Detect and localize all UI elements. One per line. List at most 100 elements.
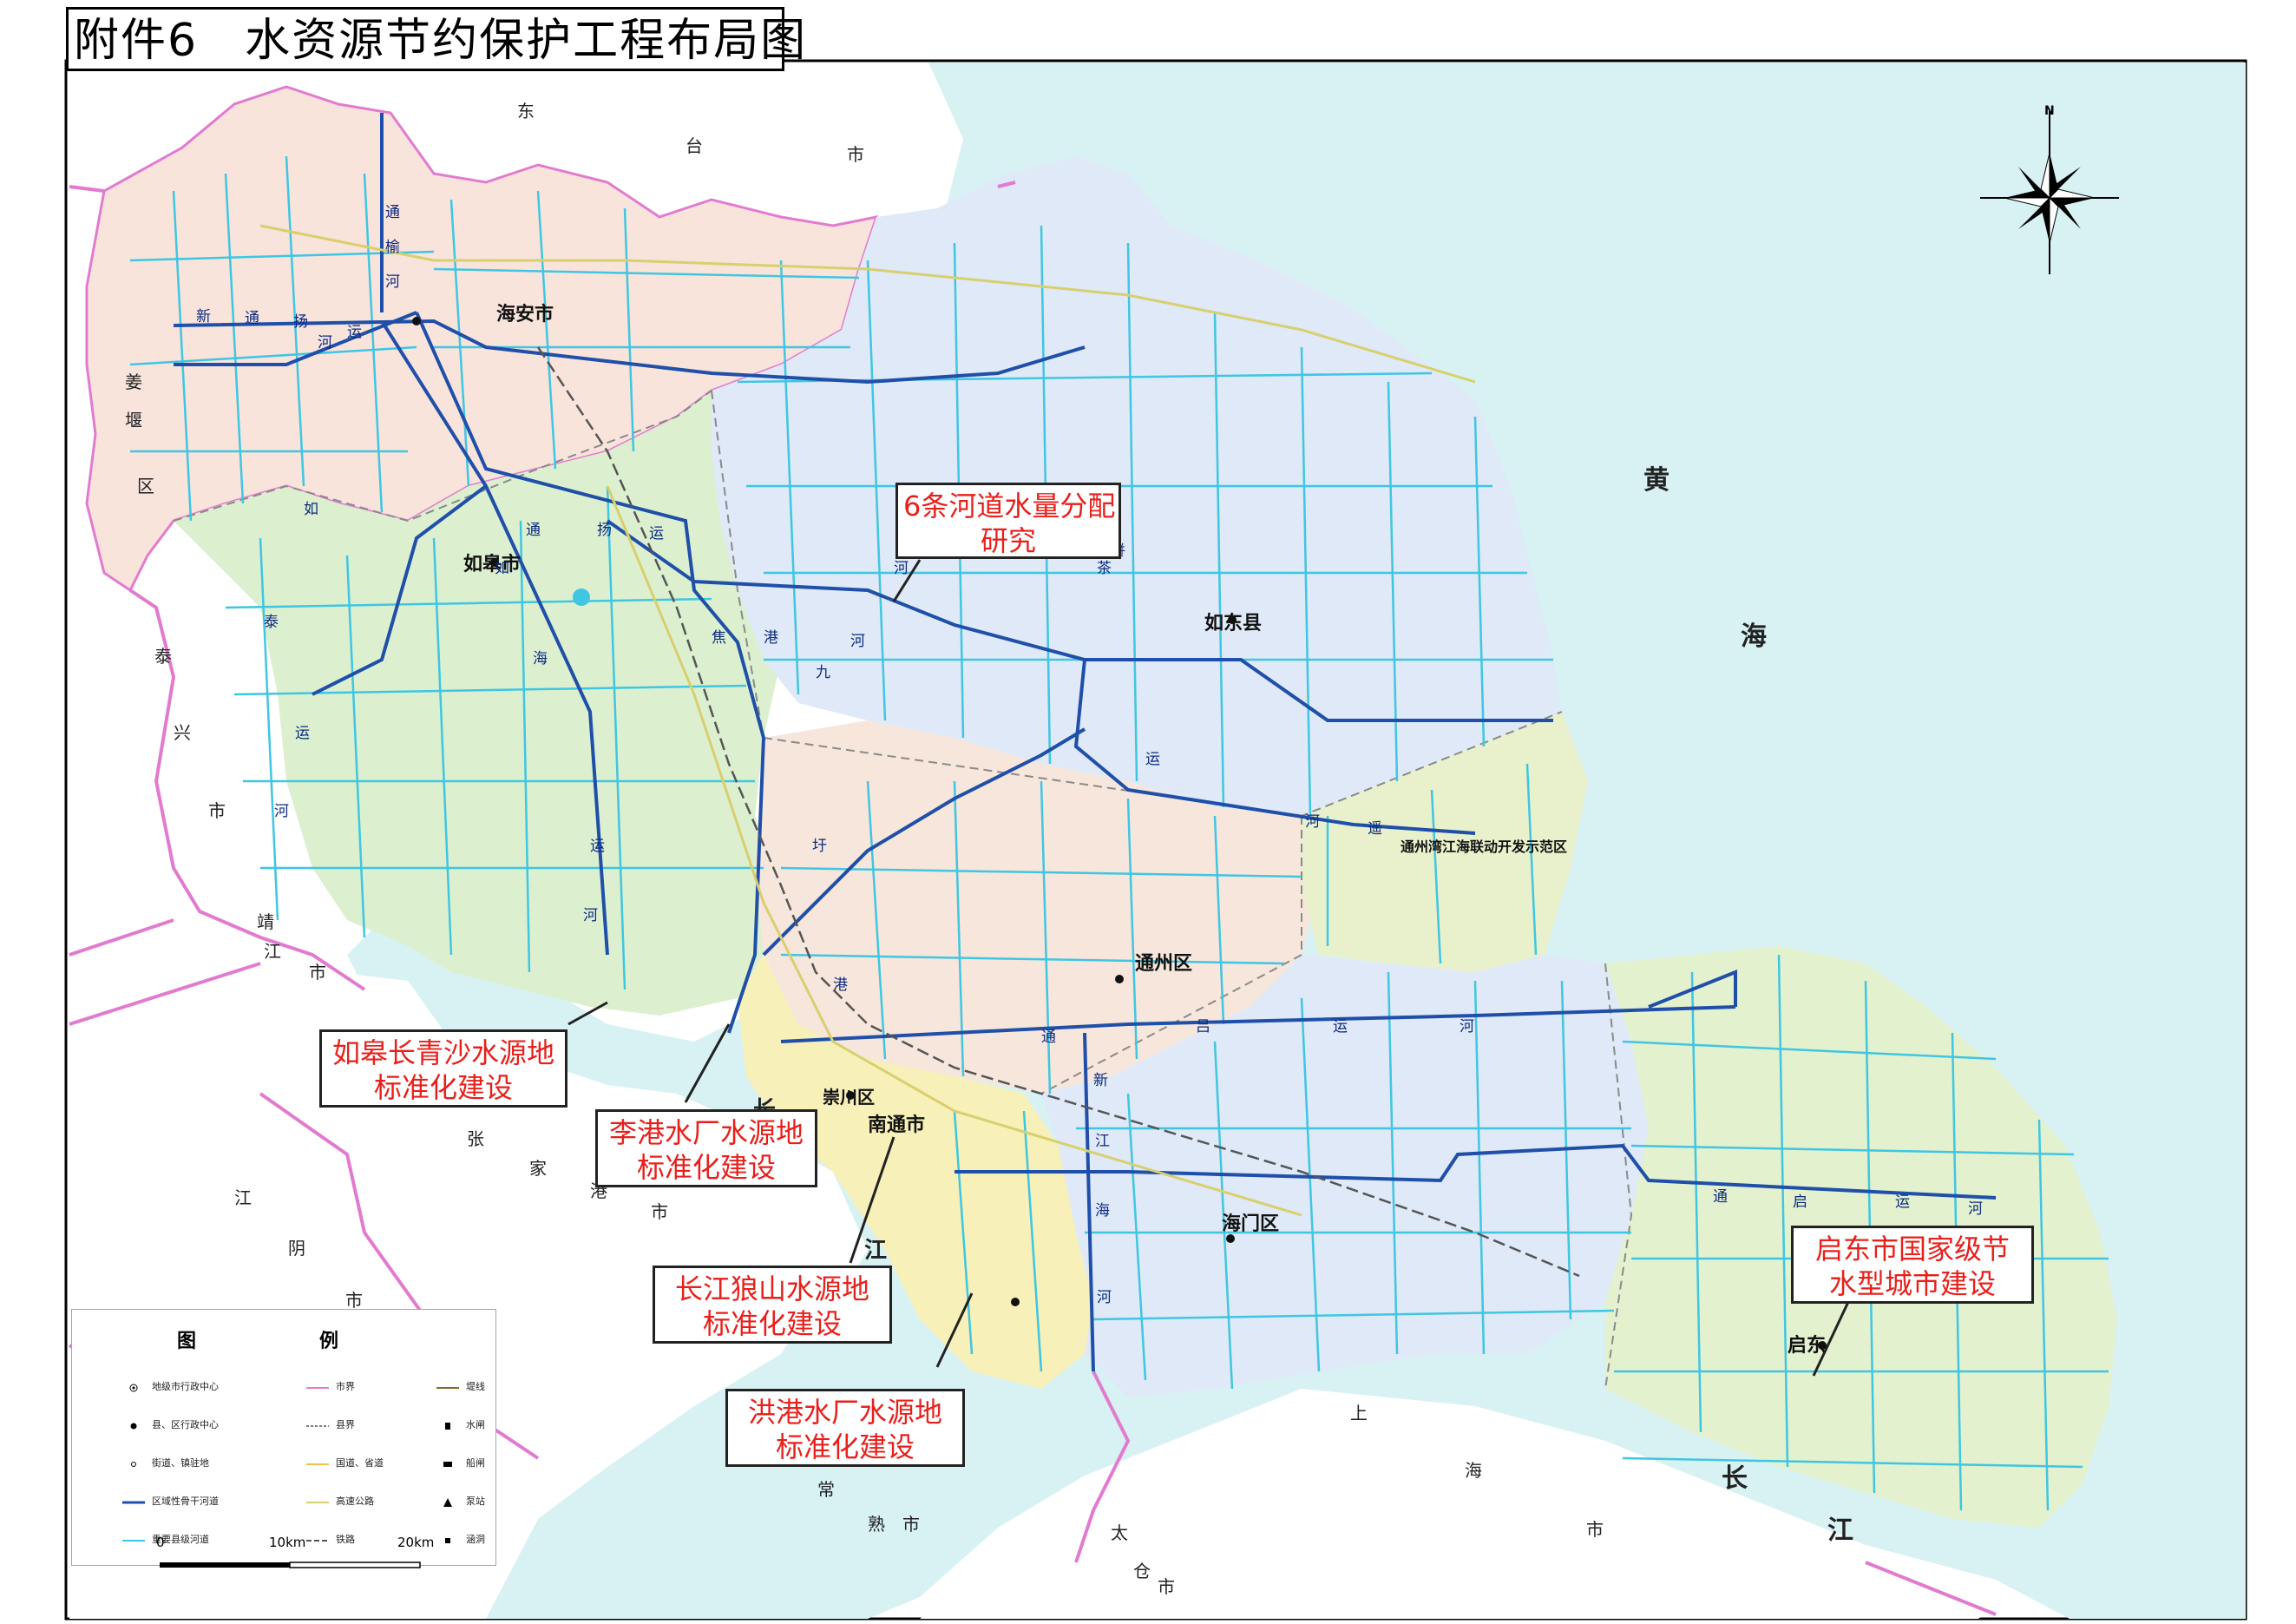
neighbor-taixing-2: 兴 (174, 722, 191, 743)
capital-icon (122, 1383, 145, 1392)
city-label-qidong: 启东 (1788, 1334, 1827, 1357)
city-label-chongchuan: 崇川区 (823, 1087, 875, 1108)
legend-item-label: 涵洞 (466, 1534, 485, 1545)
legend-item-label: 地级市行政中心 (152, 1381, 219, 1392)
river-label-char: 通 (1713, 1188, 1728, 1206)
river-label-char: 河 (318, 334, 332, 352)
neighbor-zhangjiagang-1: 张 (467, 1128, 484, 1149)
yangtze-label-jiang-2: 江 (864, 1238, 888, 1264)
legend-item-county: 县、区行政中心 (122, 1417, 219, 1431)
river-label-char: 如 (495, 560, 509, 577)
neighbor-shanghai-3: 市 (1586, 1519, 1604, 1540)
sluice-icon (436, 1421, 459, 1430)
county-icon (122, 1421, 145, 1430)
neighbor-taicang-2: 仓 (1133, 1561, 1151, 1581)
callout-qidong-line1: 启东市国家级节 (1814, 1233, 2010, 1266)
neighbor-shanghai-2: 海 (1465, 1460, 1482, 1481)
river-label-char: 河 (583, 907, 598, 924)
lake (573, 588, 590, 606)
neighbor-zhangjiagang-2: 家 (529, 1158, 547, 1179)
river-label-char: 运 (1333, 1018, 1348, 1036)
callout-rugao-line1: 如皋长青沙水源地 (331, 1036, 554, 1069)
callout-ligang-water-source: 李港水厂水源地 标准化建设 (595, 1109, 817, 1187)
river-label-char: 九 (816, 664, 830, 681)
yangtze-label-chang: 长 (1722, 1463, 1748, 1494)
river-label-char: 运 (1145, 751, 1160, 768)
river-main-icon (122, 1497, 145, 1506)
river-label-char: 江 (1095, 1133, 1110, 1150)
river-label-char: 河 (1097, 1289, 1112, 1306)
legend-item-label: 堤线 (466, 1381, 485, 1392)
river-label-char: 扬 (293, 313, 308, 331)
river-label-char: 港 (833, 976, 848, 994)
compass-icon (1980, 111, 2119, 274)
river-label-char: 榆 (385, 239, 400, 256)
city-label-haian: 海安市 (496, 303, 554, 325)
neighbor-changshu-1: 常 (817, 1479, 835, 1500)
river-label-char: 扬 (597, 522, 612, 539)
neighbor-jiangyan-1: 姜 (125, 371, 142, 392)
river-label-char: 新 (1093, 1072, 1108, 1089)
legend-item-culvert: 涵洞 (436, 1532, 485, 1546)
legend-item-pump: 泵站 (436, 1494, 485, 1508)
legend-item-dike: 堤线 (436, 1379, 485, 1393)
legend-item-label: 市界 (336, 1381, 355, 1392)
legend-item-label: 县界 (336, 1419, 355, 1430)
neighbor-jingjiang-2: 江 (264, 941, 281, 962)
legend-item-railway: 铁路 (306, 1532, 355, 1546)
river-label-char: 河 (1305, 813, 1320, 831)
north-arrow: N (1980, 104, 2119, 278)
neighbor-changshu-2: 熟 (868, 1514, 885, 1535)
river-label-char: 运 (295, 725, 310, 742)
neighbor-taicang-1: 太 (1111, 1522, 1128, 1543)
legend-item-shiplock: 船闸 (436, 1456, 485, 1469)
river-label-char: 海 (533, 650, 548, 667)
river-label-char: 启 (1793, 1193, 1807, 1211)
legend-item-label: 街道、镇驻地 (152, 1457, 209, 1469)
river-label-char: 通 (1041, 1029, 1056, 1046)
callout-honggang-line1: 洪港水厂水源地 (747, 1396, 942, 1429)
pump-icon (436, 1497, 459, 1507)
scale-label-20km: 20km (397, 1535, 435, 1550)
map-title-box: 附件6 水资源节约保护工程布局图 (66, 7, 805, 71)
neighbor-jiangyin-1: 江 (234, 1187, 252, 1208)
bnd-city-icon (306, 1383, 329, 1391)
callout-langshan-line2: 标准化建设 (702, 1307, 842, 1340)
dike-icon (436, 1383, 459, 1391)
legend-title: 图 例 (176, 1330, 390, 1352)
river-label-char: 吕 (1196, 1018, 1210, 1036)
river-label-char: 如 (304, 501, 318, 518)
neighbor-shanghai-1: 上 (1350, 1403, 1368, 1423)
callout-river-allocation-line1: 6条河道水量分配 (903, 490, 1116, 523)
neighbor-changshu-3: 市 (902, 1514, 920, 1535)
scale-bar-graphic (160, 1562, 421, 1568)
legend-item-label: 国道、省道 (336, 1457, 384, 1469)
legend-item-bnd-city: 市界 (306, 1379, 355, 1393)
culvert-icon (436, 1535, 459, 1544)
river-label-char: 港 (764, 629, 778, 647)
sea-label-huang: 黄 (1643, 465, 1670, 496)
river-label-char: 遥 (1368, 820, 1382, 838)
legend-item-expressway: 高速公路 (306, 1494, 374, 1508)
yangtze-label-jiang: 江 (1827, 1516, 1853, 1546)
sea-label-hai: 海 (1741, 621, 1767, 652)
callout-qidong-line2: 水型城市建设 (1828, 1267, 1996, 1300)
legend-item-label: 县、区行政中心 (152, 1419, 219, 1430)
river-label-char: 运 (347, 324, 362, 341)
city-label-rugao: 如皋市 (463, 553, 522, 575)
river-label-char: 河 (385, 273, 400, 291)
legend-item-label: 泵站 (466, 1496, 485, 1507)
neighbor-dongtai-1: 东 (517, 101, 535, 122)
neighbor-jiangyin-2: 阴 (288, 1238, 305, 1259)
river-label-char: 新 (196, 308, 211, 325)
river-label-char: 运 (649, 525, 664, 542)
legend-item-bnd-county: 县界 (306, 1417, 355, 1431)
legend-item-river-county: 重要县级河道 (122, 1532, 209, 1546)
callout-ligang-line1: 李港水厂水源地 (608, 1116, 804, 1149)
legend-item-label: 高速公路 (336, 1496, 374, 1507)
legend-item-label: 船闸 (466, 1457, 485, 1469)
neighbor-taicang-3: 市 (1158, 1576, 1175, 1597)
shiplock-icon (436, 1459, 459, 1468)
river-label-char: 海 (1095, 1202, 1110, 1220)
city-label-tongzhouwan: 通州湾江海联动开发示范区 (1401, 838, 1568, 855)
